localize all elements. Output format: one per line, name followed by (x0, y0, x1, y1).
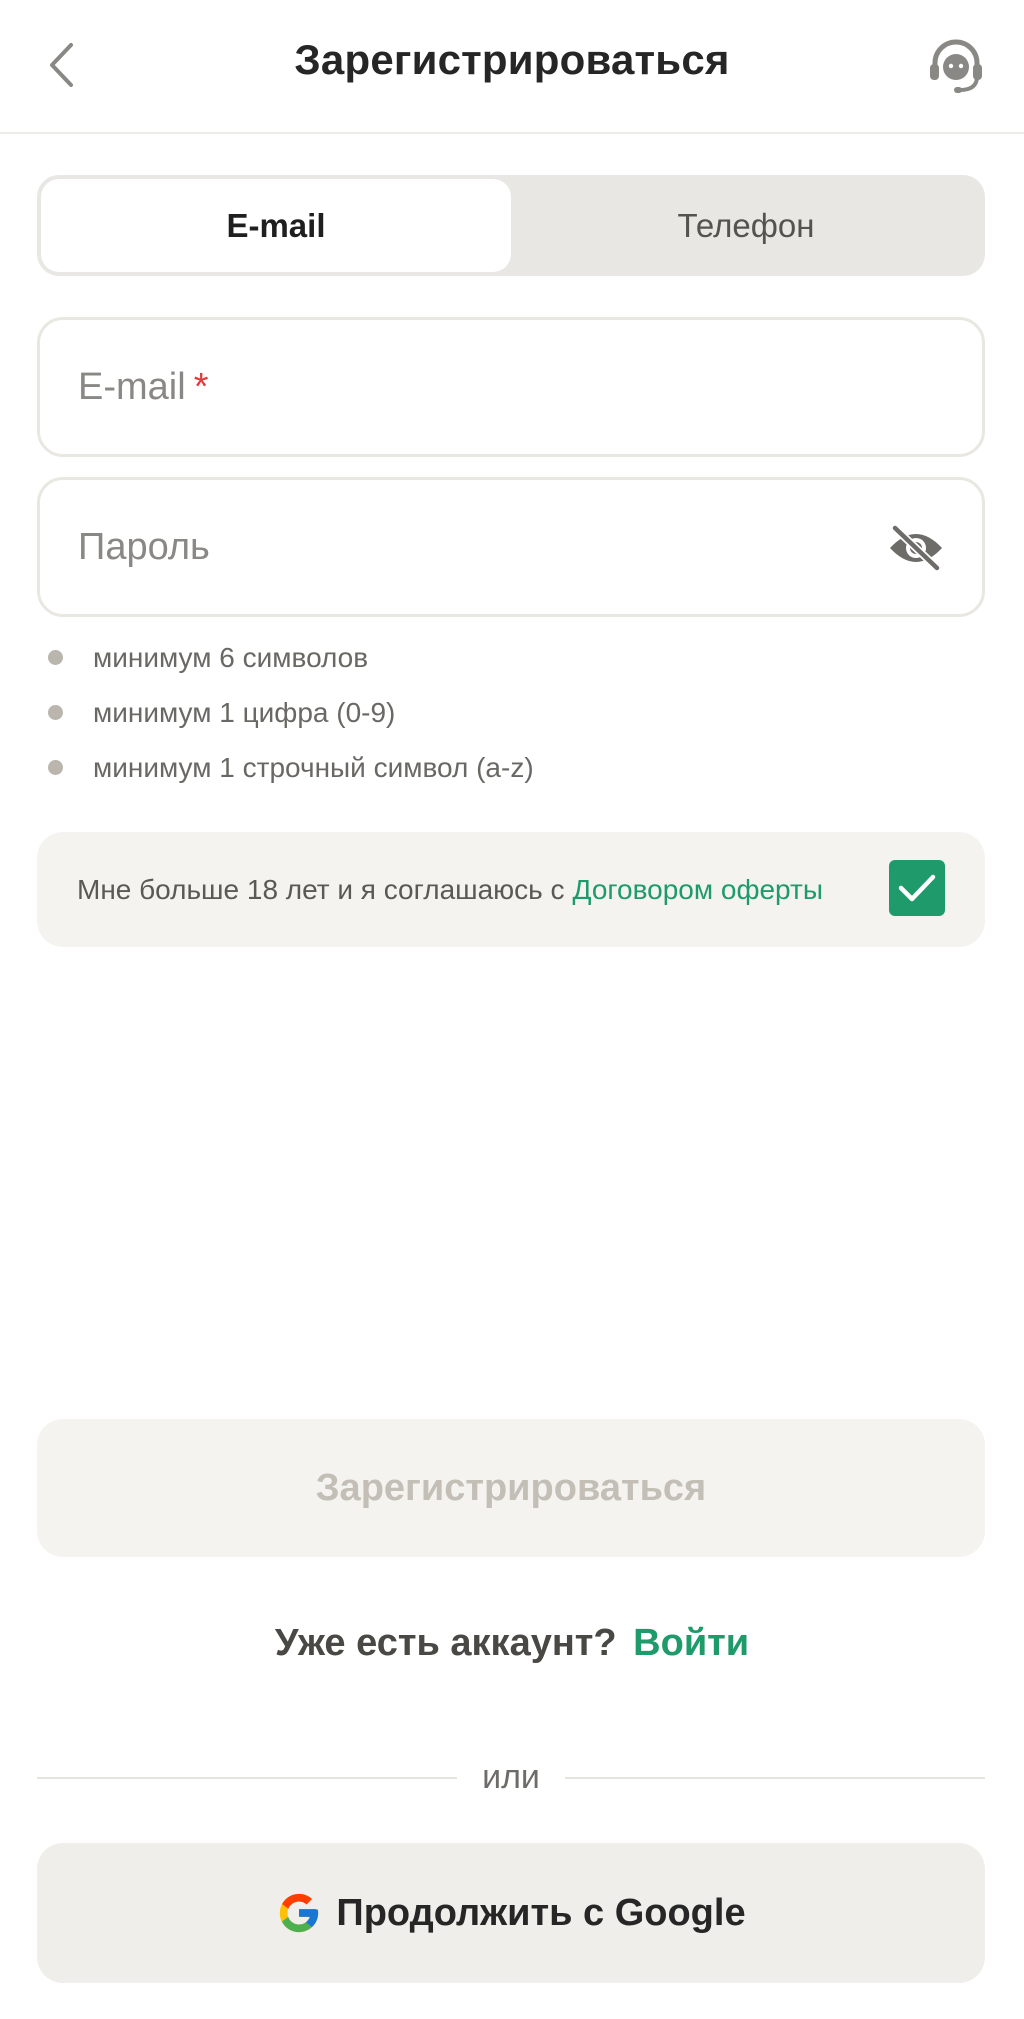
auth-method-tabs: E-mail Телефон (37, 175, 985, 276)
agreement-text: Мне больше 18 лет и я соглашаюсь с (77, 873, 565, 905)
agreement-checkbox[interactable] (889, 860, 945, 916)
tab-phone[interactable]: Телефон (511, 179, 981, 272)
rule-text: минимум 1 цифра (0-9) (93, 696, 396, 728)
agreement-box: Мне больше 18 лет и я соглашаюсь с Догов… (37, 832, 985, 947)
list-item: минимум 6 символов (48, 630, 534, 685)
password-field[interactable]: Пароль (37, 477, 985, 617)
login-question: Уже есть аккаунт? (274, 1622, 617, 1664)
google-logo-icon (280, 1893, 319, 1933)
or-divider: или (37, 1758, 985, 1796)
email-input[interactable] (40, 320, 982, 454)
bullet (48, 650, 63, 665)
page-title: Зарегистрироваться (294, 36, 730, 83)
headset-icon (930, 39, 982, 93)
continue-with-google-button[interactable]: Продолжить с Google (37, 1843, 985, 1983)
login-prompt: Уже есть аккаунт? Войти (0, 1622, 1024, 1665)
bullet (48, 705, 63, 720)
registration-screen: Зарегистрироваться E-mail Телефон E-mail… (0, 0, 1024, 2019)
divider-line (565, 1777, 985, 1779)
offer-agreement-link[interactable]: Договором оферты (573, 874, 823, 906)
password-input[interactable] (40, 480, 982, 614)
google-button-label: Продолжить с Google (336, 1891, 746, 1934)
eye-off-icon (890, 524, 942, 572)
email-field[interactable]: E-mail * (37, 317, 985, 457)
login-link[interactable]: Войти (633, 1622, 749, 1664)
support-button[interactable] (924, 34, 988, 98)
password-rules: минимум 6 символов минимум 1 цифра (0-9)… (48, 630, 534, 795)
rule-text: минимум 6 символов (93, 641, 369, 673)
header: Зарегистрироваться (0, 0, 1024, 134)
list-item: минимум 1 строчный символ (a-z) (48, 740, 534, 795)
checkmark-icon (898, 874, 936, 902)
toggle-password-visibility-button[interactable] (886, 520, 946, 576)
list-item: минимум 1 цифра (0-9) (48, 685, 534, 740)
rule-text: минимум 1 строчный символ (a-z) (93, 751, 534, 783)
register-button[interactable]: Зарегистрироваться (37, 1419, 985, 1557)
tab-email[interactable]: E-mail (41, 179, 511, 272)
bullet (48, 760, 63, 775)
